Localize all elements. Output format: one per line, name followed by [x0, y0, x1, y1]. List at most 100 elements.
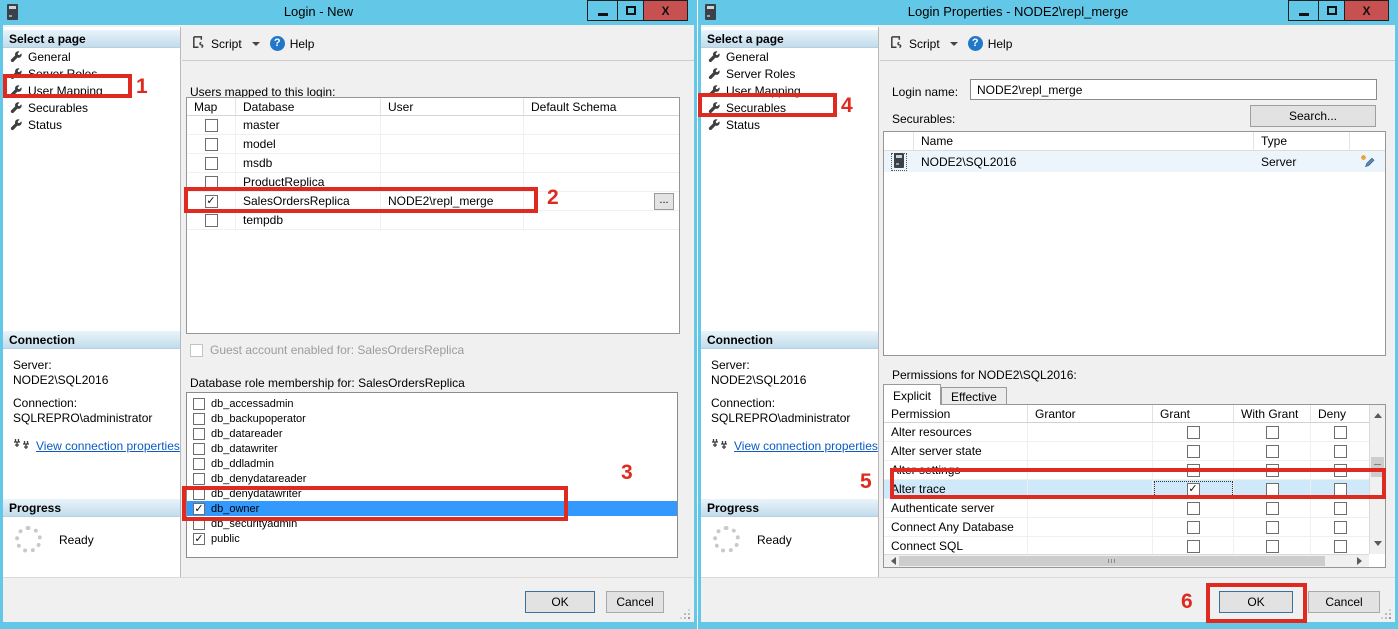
- grant-checkbox[interactable]: [1186, 444, 1200, 458]
- sidebar-item-user-mapping[interactable]: User Mapping: [701, 83, 878, 99]
- grant-checkbox[interactable]: [1186, 501, 1200, 515]
- sidebar-item-server-roles[interactable]: Server Roles: [3, 66, 180, 82]
- column-header-permission[interactable]: Permission: [884, 405, 1028, 422]
- search-button[interactable]: Search...: [1250, 105, 1376, 127]
- list-item-db-owner-selected[interactable]: ✓ db_owner: [187, 501, 677, 516]
- deny-checkbox[interactable]: [1333, 520, 1347, 534]
- login-name-input[interactable]: NODE2\repl_merge: [970, 79, 1377, 100]
- deny-checkbox[interactable]: [1333, 463, 1347, 477]
- with-grant-checkbox[interactable]: [1265, 501, 1279, 515]
- deny-checkbox[interactable]: [1333, 482, 1347, 496]
- map-checkbox[interactable]: [204, 175, 218, 189]
- with-grant-checkbox[interactable]: [1265, 444, 1279, 458]
- table-row-alter-trace-selected[interactable]: Alter trace ✓: [884, 480, 1369, 499]
- chevron-down-icon[interactable]: [251, 41, 260, 46]
- list-item[interactable]: db_accessadmin: [187, 396, 677, 411]
- scroll-down-icon[interactable]: [1374, 541, 1382, 550]
- help-button[interactable]: Help: [290, 37, 315, 51]
- maximize-button[interactable]: [1319, 0, 1345, 21]
- sidebar-item-general[interactable]: General: [701, 49, 878, 65]
- maximize-button[interactable]: [618, 0, 644, 21]
- view-connection-properties-link[interactable]: View connection properties: [36, 439, 180, 453]
- role-checkbox[interactable]: [193, 427, 205, 440]
- column-header-deny[interactable]: Deny: [1311, 405, 1369, 422]
- script-button[interactable]: Script: [909, 37, 940, 51]
- with-grant-checkbox[interactable]: [1265, 539, 1279, 553]
- column-header-grantor[interactable]: Grantor: [1028, 405, 1153, 422]
- column-header-user[interactable]: User: [381, 98, 524, 115]
- chevron-down-icon[interactable]: [949, 41, 958, 46]
- column-header-map[interactable]: Map: [187, 98, 236, 115]
- table-row-sales-orders-replica[interactable]: ✓ SalesOrdersReplica NODE2\repl_merge: [187, 192, 679, 211]
- role-checkbox[interactable]: ✓: [193, 502, 205, 515]
- role-checkbox[interactable]: ✓: [193, 532, 205, 545]
- with-grant-checkbox[interactable]: [1265, 482, 1279, 496]
- scroll-up-icon[interactable]: [1373, 409, 1382, 418]
- role-checkbox[interactable]: [193, 412, 205, 425]
- tab-effective[interactable]: Effective: [941, 387, 1007, 405]
- scroll-left-icon[interactable]: [887, 557, 896, 565]
- with-grant-checkbox[interactable]: [1265, 520, 1279, 534]
- scroll-right-icon[interactable]: [1357, 557, 1366, 565]
- horizontal-scrollbar[interactable]: [884, 554, 1369, 567]
- table-row[interactable]: master: [187, 116, 679, 135]
- table-row[interactable]: model: [187, 135, 679, 154]
- map-checkbox[interactable]: [204, 213, 218, 227]
- default-schema-browse-button[interactable]: ...: [654, 193, 674, 210]
- ok-button[interactable]: OK: [1219, 591, 1293, 613]
- map-checkbox[interactable]: [204, 156, 218, 170]
- list-item[interactable]: db_datareader: [187, 426, 677, 441]
- edit-permissions-icon[interactable]: [1350, 154, 1385, 169]
- titlebar[interactable]: Login Properties - NODE2\repl_merge X: [698, 0, 1398, 25]
- sidebar-item-securables[interactable]: Securables: [3, 100, 180, 116]
- table-row[interactable]: ProductReplica: [187, 173, 679, 192]
- tab-explicit[interactable]: Explicit: [883, 384, 942, 405]
- minimize-button[interactable]: [1288, 0, 1319, 21]
- guest-checkbox[interactable]: [190, 343, 203, 357]
- role-checkbox[interactable]: [193, 472, 205, 485]
- securable-row-node2-sql2016[interactable]: NODE2\SQL2016 Server: [884, 151, 1385, 172]
- list-item[interactable]: db_datawriter: [187, 441, 677, 456]
- table-row[interactable]: Connect Any Database: [884, 518, 1369, 537]
- list-item[interactable]: db_denydatawriter: [187, 486, 677, 501]
- map-checkbox[interactable]: [204, 118, 218, 132]
- deny-checkbox[interactable]: [1333, 501, 1347, 515]
- list-item[interactable]: db_backupoperator: [187, 411, 677, 426]
- sidebar-item-securables[interactable]: Securables: [701, 100, 878, 116]
- help-button[interactable]: Help: [988, 37, 1013, 51]
- table-row[interactable]: Alter resources: [884, 423, 1369, 442]
- sidebar-item-server-roles[interactable]: Server Roles: [701, 66, 878, 82]
- with-grant-checkbox[interactable]: [1265, 463, 1279, 477]
- sidebar-item-user-mapping[interactable]: User Mapping: [3, 83, 180, 99]
- resize-grip[interactable]: [1382, 610, 1391, 619]
- sidebar-item-status[interactable]: Status: [3, 117, 180, 133]
- table-row[interactable]: tempdb: [187, 211, 679, 230]
- scrollbar-thumb[interactable]: [1371, 457, 1384, 477]
- grant-checkbox[interactable]: ✓: [1186, 482, 1200, 496]
- titlebar[interactable]: Login - New X: [0, 0, 697, 25]
- close-button[interactable]: X: [1345, 0, 1389, 21]
- deny-checkbox[interactable]: [1333, 539, 1347, 553]
- grant-checkbox[interactable]: [1186, 463, 1200, 477]
- sidebar-item-status[interactable]: Status: [701, 117, 878, 133]
- column-header-name[interactable]: Name: [914, 132, 1254, 150]
- minimize-button[interactable]: [587, 0, 618, 21]
- map-checkbox[interactable]: [204, 137, 218, 151]
- role-checkbox[interactable]: [193, 517, 205, 530]
- role-checkbox[interactable]: [193, 442, 205, 455]
- role-checkbox[interactable]: [193, 457, 205, 470]
- list-item[interactable]: db_denydatareader: [187, 471, 677, 486]
- table-row[interactable]: Authenticate server: [884, 499, 1369, 518]
- view-connection-properties-link[interactable]: View connection properties: [734, 439, 878, 453]
- column-header-default-schema[interactable]: Default Schema: [524, 98, 679, 115]
- cancel-button[interactable]: Cancel: [606, 591, 664, 613]
- deny-checkbox[interactable]: [1333, 425, 1347, 439]
- role-checkbox[interactable]: [193, 487, 205, 500]
- role-checkbox[interactable]: [193, 397, 205, 410]
- table-row[interactable]: msdb: [187, 154, 679, 173]
- column-header-grant[interactable]: Grant: [1153, 405, 1234, 422]
- map-checkbox[interactable]: ✓: [204, 194, 218, 208]
- cancel-button[interactable]: Cancel: [1308, 591, 1380, 613]
- scrollbar-thumb[interactable]: [899, 556, 1325, 566]
- resize-grip[interactable]: [681, 610, 690, 619]
